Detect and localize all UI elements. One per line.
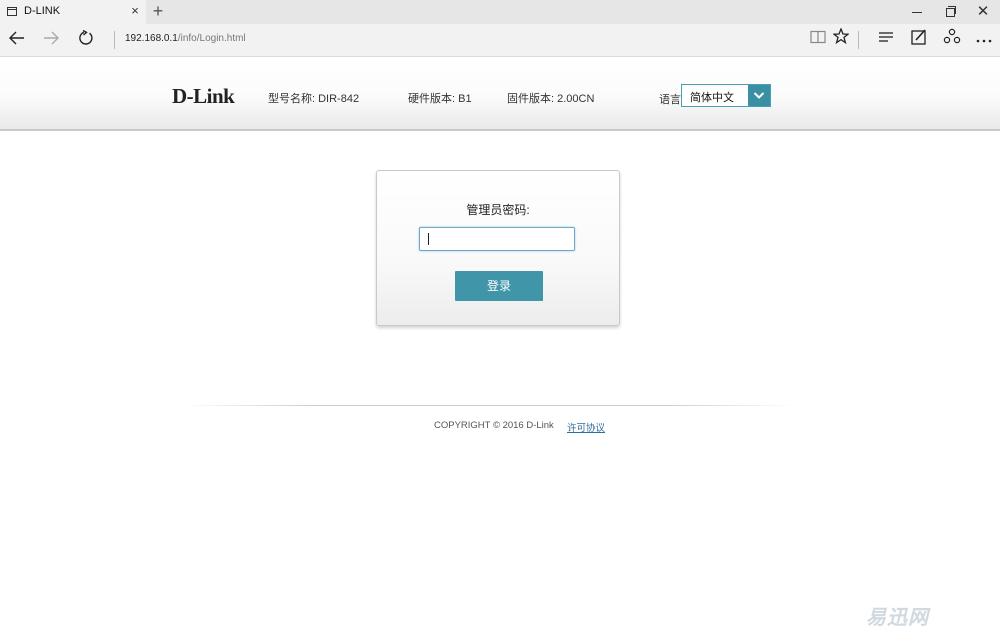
login-panel: 管理员密码: 登录 — [376, 170, 620, 326]
firmware-version: 固件版本: 2.00CN — [507, 93, 595, 105]
reading-view-icon[interactable] — [806, 28, 830, 52]
footer-divider — [183, 405, 795, 406]
browser-tab-strip: D-LINK × + ✕ — [0, 0, 1000, 24]
share-icon[interactable] — [940, 28, 964, 52]
language-dropdown-button[interactable] — [748, 85, 770, 106]
more-icon[interactable] — [972, 28, 996, 52]
window-close-icon[interactable]: ✕ — [966, 3, 1000, 21]
address-bar[interactable]: 192.168.0.1/info/Login.html — [125, 33, 246, 44]
back-arrow-icon[interactable] — [4, 28, 30, 52]
toolbar-separator — [858, 31, 859, 49]
chevron-down-icon — [753, 92, 765, 99]
password-label: 管理员密码: — [466, 203, 530, 217]
hardware-version: 硬件版本: B1 — [408, 93, 472, 105]
url-path: /info/Login.html — [177, 33, 246, 44]
new-tab-plus-icon[interactable]: + — [150, 1, 166, 21]
address-separator — [114, 31, 115, 49]
password-input[interactable] — [419, 227, 575, 251]
dlink-logo: D-Link — [172, 84, 235, 108]
browser-navigation-bar: 192.168.0.1/info/Login.html — [0, 24, 1000, 57]
language-select[interactable]: 简体中文 — [681, 84, 771, 107]
close-tab-icon[interactable]: × — [128, 3, 142, 18]
minimize-icon[interactable] — [900, 3, 934, 21]
model-name: 型号名称: DIR-842 — [268, 93, 360, 105]
copyright-text: COPYRIGHT © 2016 D-Link — [434, 420, 554, 431]
star-icon[interactable] — [829, 27, 853, 52]
browser-tab[interactable]: D-LINK × — [0, 0, 146, 24]
license-agreement-link[interactable]: 许可协议 — [567, 420, 605, 434]
page-icon — [7, 7, 17, 16]
url-host: 192.168.0.1 — [125, 33, 178, 44]
login-button[interactable]: 登录 — [455, 271, 543, 301]
tab-title: D-LINK — [24, 5, 61, 17]
forward-arrow-icon[interactable] — [38, 28, 64, 52]
web-note-icon[interactable] — [907, 28, 931, 52]
text-caret — [428, 233, 429, 245]
site-watermark: 易迅网 — [866, 607, 929, 629]
refresh-icon[interactable] — [73, 28, 99, 52]
hub-icon[interactable] — [874, 28, 898, 52]
restore-icon[interactable] — [932, 3, 966, 21]
language-selected-value: 简体中文 — [690, 92, 734, 104]
router-header: D-Link 型号名称: DIR-842 硬件版本: B1 固件版本: 2.00… — [0, 57, 1000, 131]
